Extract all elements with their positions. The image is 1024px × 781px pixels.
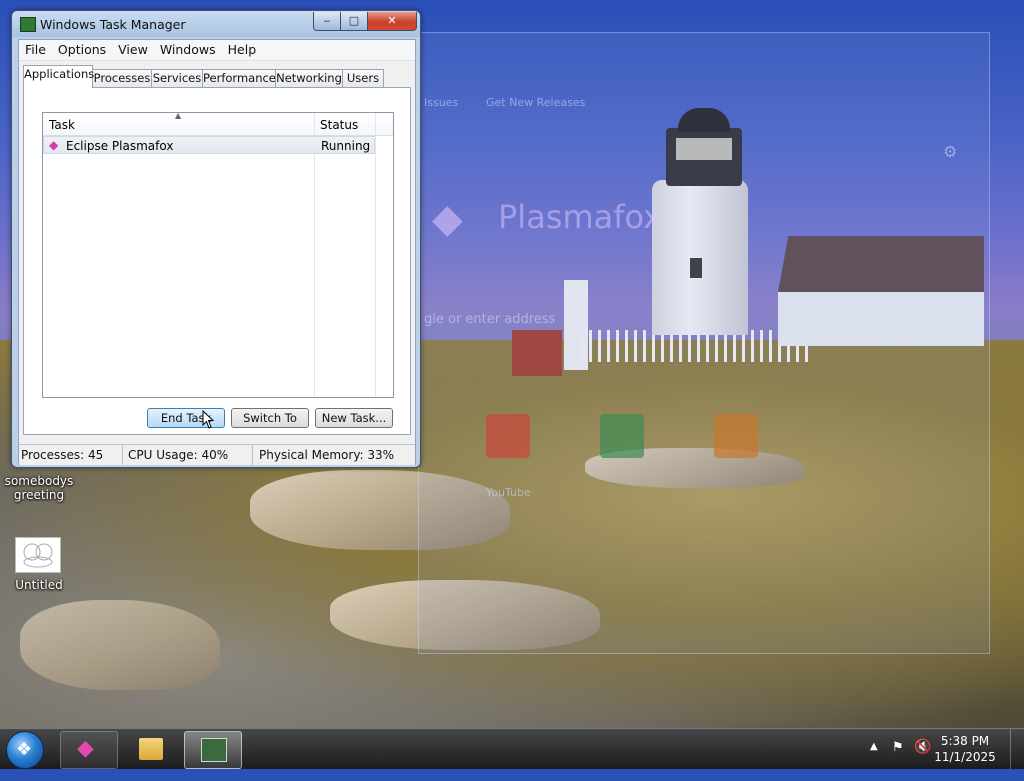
minimize-button[interactable]: ‒ <box>313 12 341 31</box>
menu-bar: File Options View Windows Help <box>19 40 415 61</box>
status-bar: Processes: 45 CPU Usage: 40% Physical Me… <box>19 444 415 465</box>
plasmafox-icon: ◆ <box>77 736 94 761</box>
menu-help[interactable]: Help <box>222 40 263 57</box>
desktop-icon-somebodys-greeting[interactable]: somebodys greeting <box>2 474 76 502</box>
volume-muted-icon[interactable]: 🔇 <box>914 739 931 779</box>
task-list-header: ▲ Task Status <box>43 111 393 397</box>
background-brand-name: Plasmafox <box>498 198 663 236</box>
background-releases-link[interactable]: Get New Releases <box>486 96 585 109</box>
maximize-button[interactable]: □ <box>340 12 368 31</box>
status-divider <box>252 445 253 465</box>
taskbar-explorer-button[interactable] <box>122 731 180 769</box>
menu-file[interactable]: File <box>19 40 52 57</box>
close-button[interactable]: ✕ <box>367 12 417 31</box>
title-bar[interactable]: Windows Task Manager ‒ □ ✕ <box>12 11 420 37</box>
desktop-icon-label: greeting <box>13 488 65 502</box>
folder-icon <box>139 738 163 760</box>
mouse-cursor-icon <box>202 410 215 429</box>
background-tile-youtube-icon[interactable] <box>486 414 530 458</box>
taskbar-plasmafox-button[interactable]: ◆ <box>60 731 118 769</box>
new-task-button[interactable]: New Task... <box>315 408 393 428</box>
background-brand-logo: ◆ <box>432 196 463 242</box>
taskbar-task-manager-button[interactable] <box>184 731 242 769</box>
action-center-icon[interactable]: ⚑ <box>892 740 904 780</box>
task-manager-icon <box>201 738 227 762</box>
clock-date: 11/1/2025 <box>934 750 996 764</box>
background-browser-window[interactable] <box>418 32 990 654</box>
sort-ascending-icon: ▲ <box>175 111 182 120</box>
background-address-hint[interactable]: gle or enter address <box>424 312 555 327</box>
wallpaper-rock <box>20 600 220 690</box>
column-divider[interactable] <box>375 113 376 397</box>
tab-services[interactable]: Services <box>151 69 203 87</box>
task-manager-icon <box>20 17 36 32</box>
blank-drawing-icon <box>23 543 53 568</box>
plasmafox-app-icon: ◆ <box>49 138 59 152</box>
system-clock[interactable]: 5:38 PM 11/1/2025 <box>930 733 1000 765</box>
tab-networking[interactable]: Networking <box>275 69 343 87</box>
applications-panel: ▲ Task Status ◆ Eclipse Plasmafox Runnin… <box>23 87 411 435</box>
desktop-icon-untitled-label[interactable]: Untitled <box>2 578 76 592</box>
task-status: Running <box>321 139 371 153</box>
untitled-file-icon[interactable] <box>15 537 61 573</box>
background-gear-icon[interactable]: ⚙ <box>943 142 957 161</box>
task-manager-window[interactable]: Windows Task Manager ‒ □ ✕ File Options Vi… <box>11 10 421 468</box>
background-issues-link[interactable]: Issues <box>424 96 458 109</box>
taskbar: ❖ ◆ ▲ ⚑ 🔇 5:38 PM 11/1/2025 <box>0 728 1024 769</box>
desktop-icon-label: somebodys <box>4 474 74 488</box>
tab-applications[interactable]: Applications <box>23 65 94 88</box>
column-header-status[interactable]: Status <box>320 118 358 132</box>
menu-windows[interactable]: Windows <box>154 40 222 57</box>
windows-logo-icon: ❖ <box>16 739 33 760</box>
switch-to-button[interactable]: Switch To <box>231 408 309 428</box>
clock-time: 5:38 PM <box>940 734 990 748</box>
show-hidden-icons-icon[interactable]: ▲ <box>870 741 878 781</box>
table-row[interactable]: ◆ Eclipse Plasmafox Running <box>43 136 375 154</box>
background-tile-youtube-label: YouTube <box>486 486 531 499</box>
column-divider[interactable] <box>314 113 315 397</box>
tab-performance[interactable]: Performance <box>202 69 276 87</box>
status-cpu-usage: CPU Usage: 40% <box>128 448 229 462</box>
task-list[interactable]: ▲ Task Status ◆ Eclipse Plasmafox Runnin… <box>42 111 394 398</box>
tab-processes[interactable]: Processes <box>92 69 152 87</box>
tab-users[interactable]: Users <box>342 69 384 87</box>
status-processes: Processes: 45 <box>21 448 104 462</box>
background-tile-green-icon[interactable] <box>600 414 644 458</box>
start-button[interactable]: ❖ <box>6 731 44 769</box>
background-tile-orange-icon[interactable] <box>714 414 758 458</box>
status-divider <box>122 445 123 465</box>
window-client-area: File Options View Windows Help Applications … <box>18 39 416 465</box>
window-title: Windows Task Manager <box>40 17 186 32</box>
menu-options[interactable]: Options <box>52 40 112 57</box>
menu-view[interactable]: View <box>112 40 154 57</box>
show-desktop-button[interactable] <box>1010 729 1024 769</box>
task-name: Eclipse Plasmafox <box>66 139 174 153</box>
status-physical-memory: Physical Memory: 33% <box>259 448 395 462</box>
column-header-task[interactable]: Task <box>49 118 75 132</box>
